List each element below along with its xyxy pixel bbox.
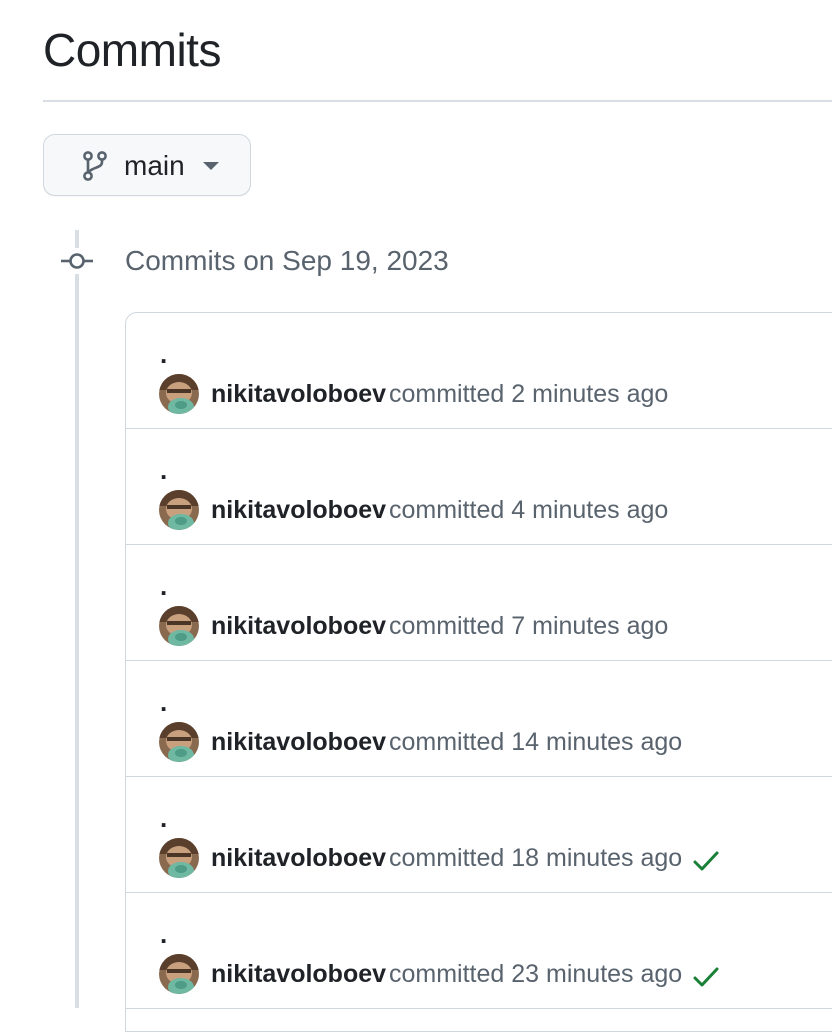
git-branch-icon <box>83 151 107 181</box>
commit-author-link[interactable]: nikitavoloboev <box>211 378 386 410</box>
commit-time: 18 minutes ago <box>511 844 683 872</box>
commit-row[interactable]: . nikitavoloboev committed 23 minutes ago <box>126 893 832 1009</box>
commit-meta: committed 18 minutes ago <box>389 842 682 874</box>
commit-time: 2 minutes ago <box>511 380 669 408</box>
commit-verb: committed <box>389 960 505 988</box>
branch-selector-button[interactable]: main <box>43 134 251 196</box>
commit-author-link[interactable]: nikitavoloboev <box>211 610 386 642</box>
commit-group-heading: Commits on Sep 19, 2023 <box>125 245 449 276</box>
commit-author-link[interactable]: nikitavoloboev <box>211 958 386 990</box>
commit-message-link[interactable]: . <box>160 803 167 833</box>
commit-verb: committed <box>389 844 505 872</box>
commit-author-link[interactable]: nikitavoloboev <box>211 842 386 874</box>
branch-name: main <box>124 150 185 181</box>
commit-meta: committed 4 minutes ago <box>389 494 668 526</box>
commit-meta: committed 14 minutes ago <box>389 726 682 758</box>
commit-meta: committed 7 minutes ago <box>389 610 668 642</box>
commit-row[interactable]: . nikitavoloboev committed 14 minutes ago <box>126 661 832 777</box>
avatar[interactable] <box>159 954 199 994</box>
commit-time: 23 minutes ago <box>511 960 683 988</box>
commit-verb: committed <box>389 612 505 640</box>
commit-author-link[interactable]: nikitavoloboev <box>211 494 386 526</box>
commit-row[interactable]: . nikitavoloboev committed 18 minutes ago <box>126 777 832 893</box>
commit-time: 7 minutes ago <box>511 612 669 640</box>
commit-row[interactable]: . nikitavoloboev committed 2 minutes ago <box>126 313 832 429</box>
title-divider <box>43 100 832 102</box>
avatar[interactable] <box>159 490 199 530</box>
commit-author-link[interactable]: nikitavoloboev <box>211 726 386 758</box>
commit-verb: committed <box>389 496 505 524</box>
commit-time: 14 minutes ago <box>511 728 683 756</box>
status-check-icon[interactable] <box>692 965 720 989</box>
commit-message-link[interactable]: . <box>160 339 167 369</box>
commit-list: . nikitavoloboev committed 2 minutes ago. n… <box>125 312 832 1032</box>
commit-verb: committed <box>389 728 505 756</box>
commit-meta: committed 23 minutes ago <box>389 958 682 990</box>
avatar[interactable] <box>159 838 199 878</box>
git-commit-icon <box>60 248 94 274</box>
commit-meta: committed 2 minutes ago <box>389 378 668 410</box>
avatar[interactable] <box>159 606 199 646</box>
commit-message-link[interactable]: . <box>160 455 167 485</box>
commit-row[interactable]: . nikitavoloboev committed 7 minutes ago <box>126 545 832 661</box>
avatar[interactable] <box>159 722 199 762</box>
status-check-icon[interactable] <box>692 849 720 873</box>
commit-message-link[interactable]: . <box>160 571 167 601</box>
avatar[interactable] <box>159 374 199 414</box>
timeline-line <box>75 230 79 1008</box>
commit-row[interactable]: . nikitavoloboev committed 4 minutes ago <box>126 429 832 545</box>
commit-verb: committed <box>389 380 505 408</box>
caret-down-icon <box>203 162 219 170</box>
commit-message-link[interactable]: . <box>160 919 167 949</box>
commit-time: 4 minutes ago <box>511 496 669 524</box>
commit-message-link[interactable]: . <box>160 687 167 717</box>
page-title: Commits <box>43 24 221 76</box>
